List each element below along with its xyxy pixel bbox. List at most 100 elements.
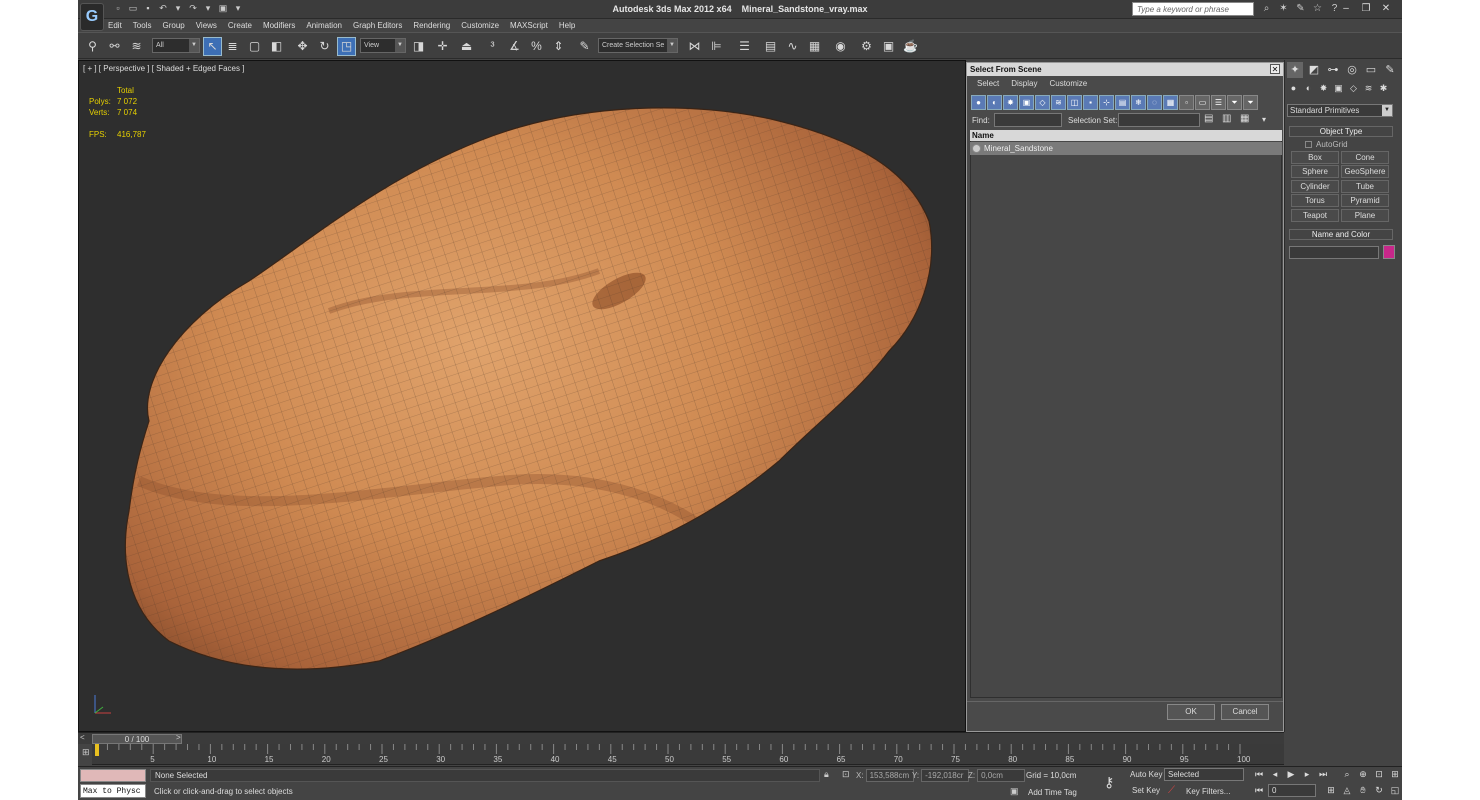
sandstone-mesh[interactable] [79,61,966,732]
geosphere-button[interactable]: GeoSphere [1341,165,1389,178]
y-coordinate[interactable]: Y: -192,018cr [912,769,970,782]
menu-animation[interactable]: Animation [306,19,342,32]
containers-filter-icon[interactable]: ▤ [1115,95,1130,110]
key-mode-toggle-icon[interactable]: ⏮ [1252,785,1266,796]
dialog-menu-display[interactable]: Display [1011,77,1037,91]
absolute-mode-icon[interactable]: ⊡ [842,769,850,780]
select-children-icon[interactable]: ▦ [1240,113,1249,124]
close-icon[interactable]: ✕ [1270,64,1280,74]
orbit-icon[interactable]: ↻ [1372,785,1386,796]
time-slider-thumb[interactable]: 0 / 100 [92,734,182,744]
selection-set-dropdown[interactable] [1118,113,1200,127]
helpers-filter-icon[interactable]: ◇ [1035,95,1050,110]
previous-key-icon[interactable]: ◂ [1268,769,1282,780]
x-coordinate[interactable]: X: 153,588cm [856,769,914,782]
schematic-view-icon[interactable]: ▦ [806,38,823,55]
menu-help[interactable]: Help [559,19,575,32]
favorites-icon[interactable]: ☆ [1311,2,1324,15]
dialog-title[interactable]: Select From Scene [967,63,1283,76]
xrefs-filter-icon[interactable]: ▪ [1083,95,1098,110]
play-icon[interactable]: ▶ [1284,769,1298,780]
window-crossing-icon[interactable]: ◧ [268,38,285,55]
teapot-button[interactable]: Teapot [1291,209,1339,222]
geometry-filter-icon[interactable]: ● [971,95,986,110]
pan-view-icon[interactable]: ✋︎ [1356,785,1370,796]
edit-named-selection-icon[interactable]: ✎ [576,38,593,55]
restore-icon[interactable]: ❐ [1358,2,1374,16]
minimize-icon[interactable]: – [1338,2,1354,16]
time-configuration-icon[interactable]: ⊞ [1324,785,1338,796]
lights-filter-icon[interactable]: ✸ [1003,95,1018,110]
menu-views[interactable]: Views [196,19,217,32]
zoom-extents-all-icon[interactable]: ⊞ [1388,769,1402,780]
perspective-viewport[interactable]: [ + ] [ Perspective ] [ Shaded + Edged F… [78,60,966,732]
link-icon[interactable]: ⚲ [84,38,101,55]
z-value[interactable]: 0,0cm [977,769,1026,782]
zoom-all-icon[interactable]: ⊕ [1356,769,1370,780]
select-object-icon[interactable]: ↖ [203,37,222,56]
time-slider[interactable]: < 0 / 100 > [78,732,1284,744]
key-filters-button[interactable]: Key Filters... [1186,785,1230,798]
curve-editor-icon[interactable]: ∿ [784,38,801,55]
lights-category-icon[interactable]: ✸ [1317,82,1330,95]
viewport-label[interactable]: [ + ] [ Perspective ] [ Shaded + Edged F… [83,64,244,73]
space-warps-category-icon[interactable]: ≋ [1362,82,1375,95]
groups-filter-icon[interactable]: ◫ [1067,95,1082,110]
find-input[interactable] [994,113,1062,127]
maximize-viewport-icon[interactable]: ◱ [1388,785,1402,796]
select-manipulate-icon[interactable]: ✛ [434,38,451,55]
object-name-field[interactable] [1289,246,1379,259]
zoom-extents-icon[interactable]: ⊡ [1372,769,1386,780]
z-coordinate[interactable]: Z: 0,0cm [968,769,1026,782]
display-tab-icon[interactable]: ▭ [1363,62,1379,78]
go-to-end-icon[interactable]: ⏭ [1316,769,1330,780]
layer-manager-icon[interactable]: ☰ [736,38,753,55]
utilities-tab-icon[interactable]: ✎ [1382,62,1398,78]
tube-button[interactable]: Tube [1341,180,1389,193]
binoculars-icon[interactable]: ⌕ [1260,2,1273,15]
motion-tab-icon[interactable]: ◎ [1344,62,1360,78]
menu-edit[interactable]: Edit [108,19,122,32]
maxscript-mini-listener-input[interactable]: Max to Physc [80,784,146,798]
maxscript-mini-listener-output[interactable] [80,769,146,782]
hierarchy-tab-icon[interactable]: ⊶ [1325,62,1341,78]
advanced-filter-icon[interactable]: ⏷ [1243,95,1258,110]
key-icon[interactable]: ⚷ [1104,774,1114,791]
menu-modifiers[interactable]: Modifiers [263,19,295,32]
percent-snap-icon[interactable]: % [528,38,545,55]
cone-button[interactable]: Cone [1341,151,1389,164]
material-editor-icon[interactable]: ◉ [832,38,849,55]
angle-snap-icon[interactable]: ∡ [506,38,523,55]
display-invert-icon[interactable]: ▭ [1195,95,1210,110]
cylinder-button[interactable]: Cylinder [1291,180,1339,193]
search-input[interactable]: Type a keyword or phrase [1132,2,1254,16]
shapes-category-icon[interactable]: ◐ [1302,82,1315,95]
close-icon[interactable]: ✕ [1378,2,1394,16]
chevron-down-icon[interactable]: ▾ [1262,115,1266,124]
helpers-category-icon[interactable]: ◇ [1347,82,1360,95]
pyramid-button[interactable]: Pyramid [1341,194,1389,207]
next-key-icon[interactable]: ▸ [1300,769,1314,780]
modify-tab-icon[interactable]: ◩ [1306,62,1322,78]
key-mode-dropdown[interactable]: Selected [1164,768,1244,781]
object-type-rollout[interactable]: Object Type [1289,126,1393,137]
spinner-snap-icon[interactable]: ⇕ [550,38,567,55]
rectangular-selection-icon[interactable]: ▢ [246,38,263,55]
render-setup-icon[interactable]: ⚙ [858,38,875,55]
name-and-color-rollout[interactable]: Name and Color [1289,229,1393,240]
autogrid-option[interactable]: AutoGrid [1305,140,1348,149]
field-of-view-icon[interactable]: ◬ [1340,785,1354,796]
y-value[interactable]: -192,018cr [921,769,970,782]
align-icon[interactable]: ⊫ [708,38,725,55]
current-frame-field[interactable]: 0 [1268,784,1316,797]
time-tag-icon[interactable]: ▣ [1010,786,1019,797]
auto-key-button[interactable]: Auto Key [1130,770,1162,779]
dialog-menu-customize[interactable]: Customize [1049,77,1087,91]
shapes-filter-icon[interactable]: ◐ [987,95,1002,110]
frozen-filter-icon[interactable]: ❄ [1131,95,1146,110]
column-header-name[interactable]: Name [970,130,1282,141]
communication-icon[interactable]: ✎ [1294,2,1307,15]
pivot-center-icon[interactable]: ◨ [410,38,427,55]
menu-maxscript[interactable]: MAXScript [510,19,548,32]
unlink-icon[interactable]: ⚯ [106,38,123,55]
